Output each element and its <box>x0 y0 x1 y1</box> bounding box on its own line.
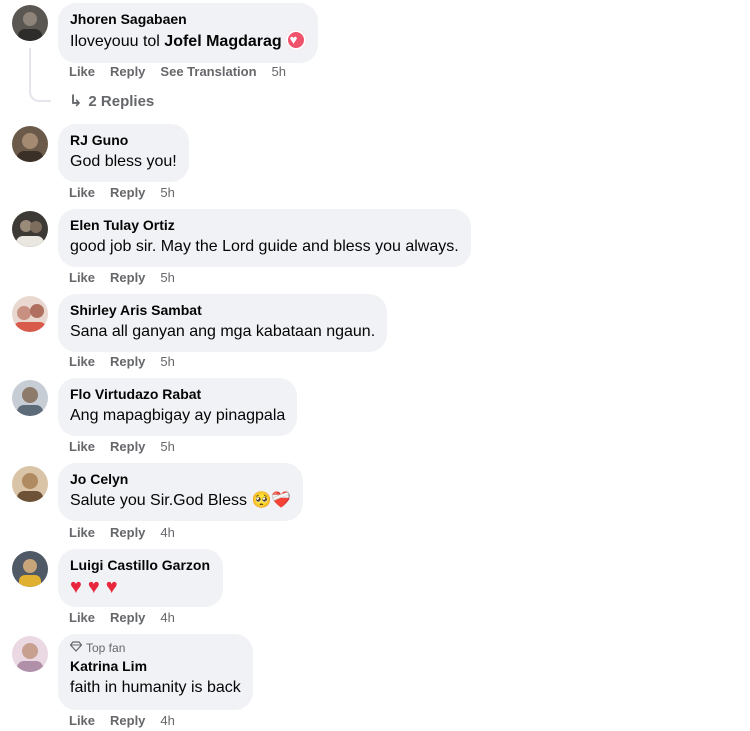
like-button[interactable]: Like <box>69 270 95 285</box>
comment-actions: Like Reply See Translation 5h <box>69 64 301 79</box>
like-button[interactable]: Like <box>69 64 95 79</box>
timestamp[interactable]: 5h <box>160 185 174 200</box>
comment-bubble: Jo Celyn Salute you Sir.God Bless 🥺❤️‍🩹 <box>58 463 304 521</box>
comment-actions: Like Reply 4h <box>69 610 190 625</box>
comment-actions: Like Reply 5h <box>69 185 190 200</box>
commenter-name[interactable]: Katrina Lim <box>70 657 241 675</box>
reply-button[interactable]: Reply <box>110 270 145 285</box>
timestamp[interactable]: 5h <box>272 64 286 79</box>
timestamp[interactable]: 5h <box>160 439 174 454</box>
comment-bubble: RJ Guno God bless you! <box>58 124 189 182</box>
like-button[interactable]: Like <box>69 713 95 728</box>
comment-actions: Like Reply 5h <box>69 270 190 285</box>
diamond-icon <box>69 641 83 655</box>
comment-text: Sana all ganyan ang mga kabataan ngaun. <box>70 323 376 340</box>
view-replies-button[interactable]: ↳ 2 Replies <box>69 91 154 111</box>
commenter-name[interactable]: Jo Celyn <box>70 470 291 488</box>
avatar[interactable] <box>12 636 48 672</box>
heart-icon[interactable] <box>285 30 306 50</box>
heart-icon: ♥ <box>105 576 118 598</box>
comment-actions: Like Reply 4h <box>69 525 190 540</box>
emoji-icon: 🥺❤️‍🩹 <box>251 492 292 509</box>
comment-bubble: Luigi Castillo Garzon ♥ ♥ ♥ <box>58 549 223 607</box>
reply-button[interactable]: Reply <box>110 610 145 625</box>
avatar[interactable] <box>12 126 48 162</box>
comment-actions: Like Reply 5h <box>69 439 190 454</box>
like-button[interactable]: Like <box>69 525 95 540</box>
comment-bubble: Flo Virtudazo Rabat Ang mapagbigay ay pi… <box>58 378 298 436</box>
avatar[interactable] <box>12 466 48 502</box>
reply-button[interactable]: Reply <box>110 713 145 728</box>
avatar[interactable] <box>12 551 48 587</box>
timestamp[interactable]: 4h <box>160 713 174 728</box>
commenter-name[interactable]: Shirley Aris Sambat <box>70 301 375 319</box>
reply-button[interactable]: Reply <box>110 185 145 200</box>
like-button[interactable]: Like <box>69 354 95 369</box>
reply-button[interactable]: Reply <box>110 354 145 369</box>
see-translation-button[interactable]: See Translation <box>160 64 256 79</box>
reply-button[interactable]: Reply <box>110 64 145 79</box>
avatar[interactable] <box>12 296 48 332</box>
comment-text: Iloveyouu tol Jofel Magdarag <box>70 30 306 53</box>
reply-button[interactable]: Reply <box>110 525 145 540</box>
avatar[interactable] <box>12 211 48 247</box>
timestamp[interactable]: 4h <box>160 525 174 540</box>
timestamp[interactable]: 5h <box>160 354 174 369</box>
comment-text: faith in humanity is back <box>70 679 241 696</box>
comment-text: Ang mapagbigay ay pinagpala <box>70 407 286 424</box>
commenter-name[interactable]: Luigi Castillo Garzon <box>70 556 211 574</box>
like-button[interactable]: Like <box>69 185 95 200</box>
comment-text: good job sir. May the Lord guide and ble… <box>70 238 459 255</box>
commenter-name[interactable]: RJ Guno <box>70 131 177 149</box>
like-button[interactable]: Like <box>69 439 95 454</box>
like-button[interactable]: Like <box>69 610 95 625</box>
commenter-name[interactable]: Jhoren Sagabaen <box>70 10 306 28</box>
comment-text: God bless you! <box>70 153 177 170</box>
comment-bubble: Elen Tulay Ortiz good job sir. May the L… <box>58 209 471 267</box>
heart-icon: ♥ <box>70 576 82 598</box>
avatar[interactable] <box>12 5 48 41</box>
commenter-name[interactable]: Flo Virtudazo Rabat <box>70 385 285 403</box>
thread-line <box>29 48 51 102</box>
avatar[interactable] <box>12 380 48 416</box>
comment-bubble: Top fan Katrina Lim faith in humanity is… <box>58 634 253 710</box>
mention-link[interactable]: Jofel Magdarag <box>164 33 281 50</box>
reply-arrow-icon: ↳ <box>69 93 83 110</box>
comment-text: ♥ ♥ ♥ <box>70 576 211 600</box>
commenter-name[interactable]: Elen Tulay Ortiz <box>70 216 459 234</box>
comment-actions: Like Reply 4h <box>69 713 190 728</box>
timestamp[interactable]: 4h <box>160 610 174 625</box>
comment-bubble: Shirley Aris Sambat Sana all ganyan ang … <box>58 294 388 352</box>
top-fan-badge: Top fan <box>69 641 241 655</box>
comment-bubble: Jhoren Sagabaen Iloveyouu tol Jofel Magd… <box>58 3 318 63</box>
reply-button[interactable]: Reply <box>110 439 145 454</box>
comment-actions: Like Reply 5h <box>69 354 190 369</box>
heart-icon: ♥ <box>87 576 100 598</box>
comment-text: Salute you Sir.God Bless 🥺❤️‍🩹 <box>70 492 292 509</box>
timestamp[interactable]: 5h <box>160 270 174 285</box>
